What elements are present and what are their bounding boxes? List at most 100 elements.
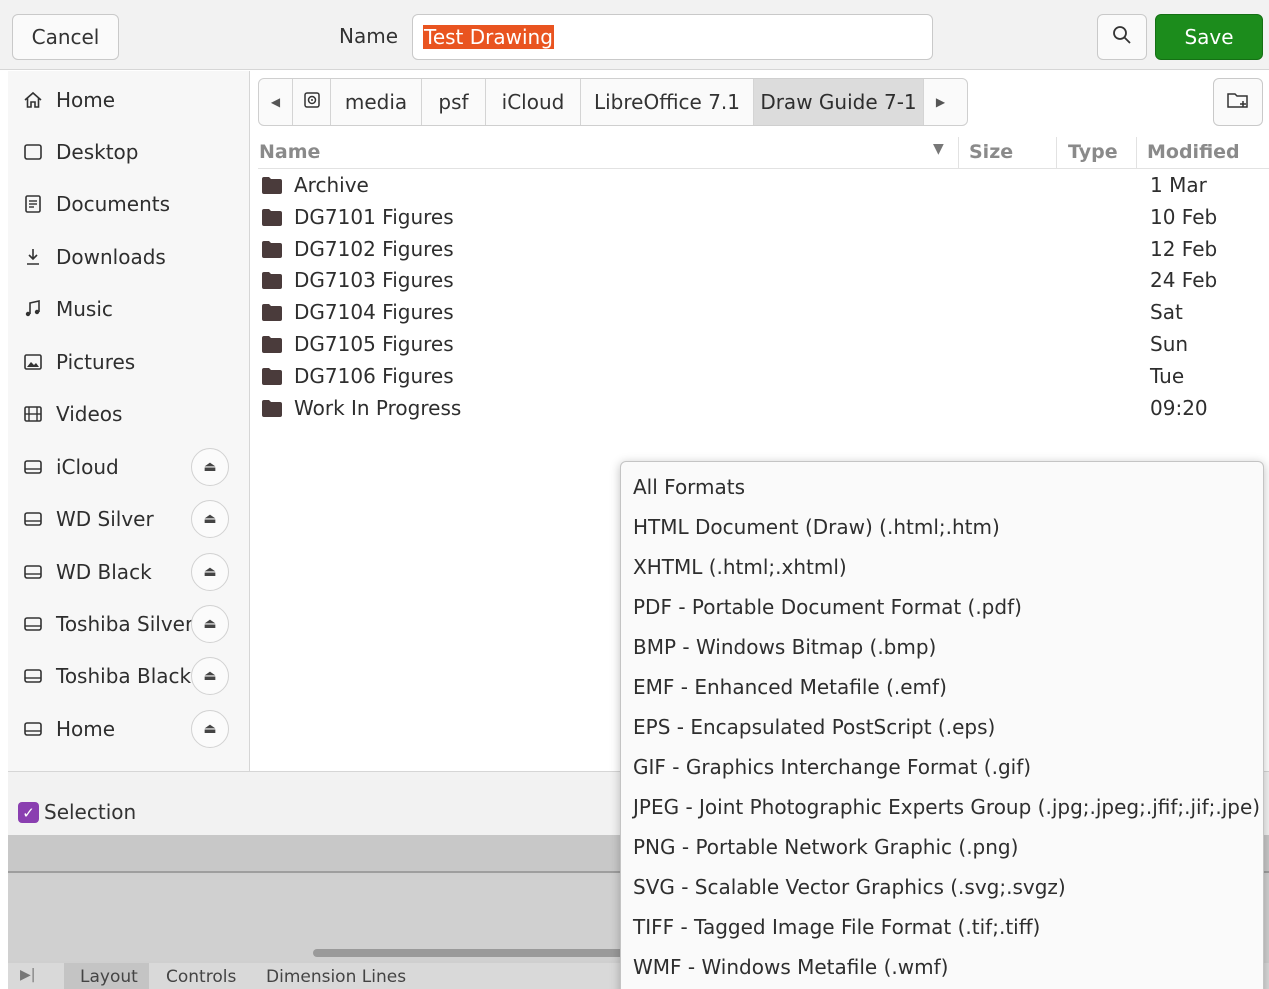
eject-icon[interactable]: ⏏ — [191, 553, 229, 591]
folder-icon — [261, 271, 283, 290]
eject-icon[interactable]: ⏏ — [191, 605, 229, 643]
file-modified: 24 Feb — [1150, 268, 1218, 293]
filename-value: Test Drawing — [423, 25, 554, 49]
filename-input[interactable]: Test Drawing — [412, 14, 933, 60]
sidebar-item-wd-black[interactable]: WD Black ⏏ — [8, 549, 250, 595]
sidebar-item-downloads[interactable]: Downloads — [8, 234, 250, 280]
desktop-icon — [22, 141, 44, 163]
chevron-right-icon: ▶ — [935, 95, 946, 109]
path-crumb[interactable]: LibreOffice 7.1 — [581, 79, 754, 125]
horizontal-scrollbar[interactable] — [313, 949, 633, 957]
file-row[interactable]: DG7104 Figures Sat — [258, 297, 1269, 329]
file-row[interactable]: Archive 1 Mar — [258, 170, 1269, 202]
sidebar-item-toshiba-silver[interactable]: Toshiba Silver ⏏ — [8, 601, 250, 647]
format-menu-item[interactable]: EPS - Encapsulated PostScript (.eps) — [633, 715, 995, 739]
file-name: DG7105 Figures — [294, 332, 454, 356]
file-modified: Sat — [1150, 300, 1183, 325]
file-row[interactable]: DG7105 Figures Sun — [258, 329, 1269, 361]
eject-icon[interactable]: ⏏ — [191, 448, 229, 486]
file-row[interactable]: DG7101 Figures 10 Feb — [258, 202, 1269, 234]
tab-controls[interactable]: Controls — [166, 967, 236, 987]
file-row[interactable]: DG7103 Figures 24 Feb — [258, 265, 1269, 297]
column-size-header[interactable]: Size — [969, 141, 1013, 163]
file-name: DG7106 Figures — [294, 363, 454, 388]
file-name: DG7102 Figures — [294, 236, 454, 261]
column-name-header[interactable]: Name — [259, 141, 320, 163]
format-menu-item[interactable]: WMF - Windows Metafile (.wmf) — [633, 955, 948, 979]
documents-icon — [22, 193, 44, 215]
path-crumb[interactable]: psf — [422, 79, 486, 125]
name-label: Name — [339, 24, 399, 48]
tab-layout[interactable]: Layout — [80, 967, 138, 987]
sidebar-item-videos[interactable]: Videos — [8, 391, 250, 437]
selection-checkbox[interactable]: ✓ — [18, 802, 39, 823]
path-crumb-current[interactable]: Draw Guide 7-1 — [754, 79, 924, 125]
new-folder-button[interactable] — [1213, 78, 1263, 126]
tab-nav-icon[interactable]: ▶| — [20, 967, 35, 983]
format-menu-item[interactable]: SVG - Scalable Vector Graphics (.svg;.sv… — [633, 875, 1066, 899]
pictures-icon — [22, 351, 44, 373]
sidebar-item-music[interactable]: Music — [8, 286, 250, 332]
format-menu-item[interactable]: BMP - Windows Bitmap (.bmp) — [633, 635, 936, 659]
path-crumb[interactable]: media — [331, 79, 422, 125]
tab-dimension-lines[interactable]: Dimension Lines — [266, 967, 406, 987]
file-modified: 12 Feb — [1150, 236, 1218, 261]
folder-icon — [261, 335, 283, 354]
file-format-menu: All Formats HTML Document (Draw) (.html;.… — [620, 461, 1264, 989]
format-menu-item[interactable]: TIFF - Tagged Image File Format (.tif;.t… — [633, 915, 1040, 939]
column-type-header[interactable]: Type — [1068, 141, 1118, 163]
dialog-header: Cancel Name Test Drawing Save — [0, 0, 1269, 70]
file-row[interactable]: DG7102 Figures 12 Feb — [258, 234, 1269, 266]
format-menu-item[interactable]: XHTML (.html;.xhtml) — [633, 555, 847, 579]
format-menu-item[interactable]: PDF - Portable Document Format (.pdf) — [633, 595, 1022, 619]
sidebar-item-icloud[interactable]: iCloud ⏏ — [8, 444, 250, 490]
sidebar-item-home-drive[interactable]: Home ⏏ — [8, 706, 250, 752]
drive-icon — [22, 561, 44, 583]
file-modified: 10 Feb — [1150, 204, 1218, 229]
drive-icon — [22, 665, 44, 687]
file-row[interactable]: DG7106 Figures Tue — [258, 361, 1269, 393]
file-row[interactable]: Work In Progress 09:20 — [258, 393, 1269, 425]
path-back-button[interactable]: ◀ — [259, 79, 293, 125]
eject-icon[interactable]: ⏏ — [191, 657, 229, 695]
path-forward-button[interactable]: ▶ — [924, 79, 957, 125]
file-modified: Tue — [1150, 363, 1185, 388]
path-crumb[interactable]: iCloud — [486, 79, 581, 125]
file-name: DG7101 Figures — [294, 204, 454, 229]
home-icon — [22, 89, 44, 111]
folder-icon — [261, 399, 283, 418]
folder-icon — [261, 176, 283, 195]
disk-icon — [302, 90, 322, 115]
file-modified: 09:20 — [1150, 395, 1208, 420]
selection-label: Selection — [44, 800, 137, 824]
file-name: DG7104 Figures — [294, 300, 454, 325]
column-modified-header[interactable]: Modified — [1147, 141, 1240, 163]
search-button[interactable] — [1097, 14, 1147, 60]
file-modified: Sun — [1150, 332, 1189, 356]
path-bar: ◀ media psf iCloud LibreOffice 7.1 Draw … — [258, 78, 968, 126]
sidebar-item-wd-silver[interactable]: WD Silver ⏏ — [8, 496, 250, 542]
sidebar-item-toshiba-black[interactable]: Toshiba Black ⏏ — [8, 653, 250, 699]
eject-icon[interactable]: ⏏ — [191, 710, 229, 748]
sidebar-item-pictures[interactable]: Pictures — [8, 339, 250, 385]
search-icon — [1112, 25, 1132, 50]
format-menu-item[interactable]: JPEG - Joint Photographic Experts Group … — [633, 795, 1260, 819]
format-menu-item[interactable]: All Formats — [633, 475, 745, 499]
drive-icon — [22, 718, 44, 740]
format-menu-item[interactable]: GIF - Graphics Interchange Format (.gif) — [633, 755, 1031, 779]
cancel-button[interactable]: Cancel — [12, 14, 119, 60]
drive-icon — [22, 508, 44, 530]
drive-icon — [22, 456, 44, 478]
sidebar-item-desktop[interactable]: Desktop — [8, 129, 250, 175]
format-menu-item[interactable]: PNG - Portable Network Graphic (.png) — [633, 835, 1018, 859]
save-button[interactable]: Save — [1155, 14, 1263, 60]
eject-icon[interactable]: ⏏ — [191, 500, 229, 538]
sidebar-item-documents[interactable]: Documents — [8, 181, 250, 227]
file-modified: 1 Mar — [1150, 173, 1207, 197]
folder-icon — [261, 208, 283, 227]
path-root-button[interactable] — [293, 79, 331, 125]
sidebar-item-home[interactable]: Home — [8, 77, 250, 123]
sort-down-icon: ▼ — [933, 141, 944, 157]
format-menu-item[interactable]: HTML Document (Draw) (.html;.htm) — [633, 515, 1000, 539]
format-menu-item[interactable]: EMF - Enhanced Metafile (.emf) — [633, 675, 947, 699]
